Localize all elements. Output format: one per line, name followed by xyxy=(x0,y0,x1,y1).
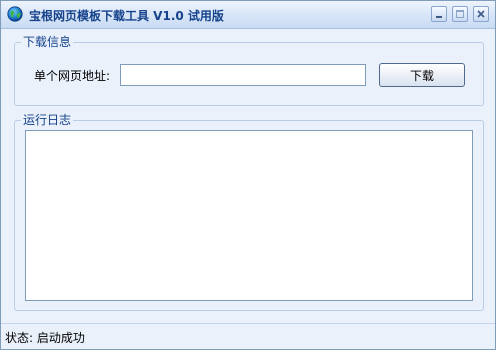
url-label: 单个网页地址: xyxy=(34,69,111,83)
run-log-legend: 运行日志 xyxy=(21,113,74,127)
title-bar[interactable]: 宝根网页模板下载工具 V1.0 试用版 xyxy=(1,1,495,29)
download-info-group: 下载信息 单个网页地址: 下载 xyxy=(14,35,484,106)
close-icon xyxy=(477,10,485,18)
minimize-icon xyxy=(436,16,442,18)
run-log-group: 运行日志 xyxy=(14,113,484,311)
minimize-button[interactable] xyxy=(431,6,447,22)
app-window: 宝根网页模板下载工具 V1.0 试用版 下载信息 单个网页地址: 下载 运行日志 xyxy=(0,0,496,350)
status-text: 状态: 启动成功 xyxy=(5,331,85,345)
window-title: 宝根网页模板下载工具 V1.0 试用版 xyxy=(29,9,224,23)
status-bar: 状态: 启动成功 xyxy=(1,323,495,349)
download-button[interactable]: 下载 xyxy=(379,63,465,87)
download-info-legend: 下载信息 xyxy=(21,35,74,49)
log-textarea[interactable] xyxy=(25,130,473,301)
close-button[interactable] xyxy=(473,6,489,22)
maximize-button[interactable] xyxy=(452,6,468,22)
globe-icon xyxy=(7,6,23,22)
url-input[interactable] xyxy=(120,64,366,86)
maximize-icon xyxy=(456,10,464,18)
